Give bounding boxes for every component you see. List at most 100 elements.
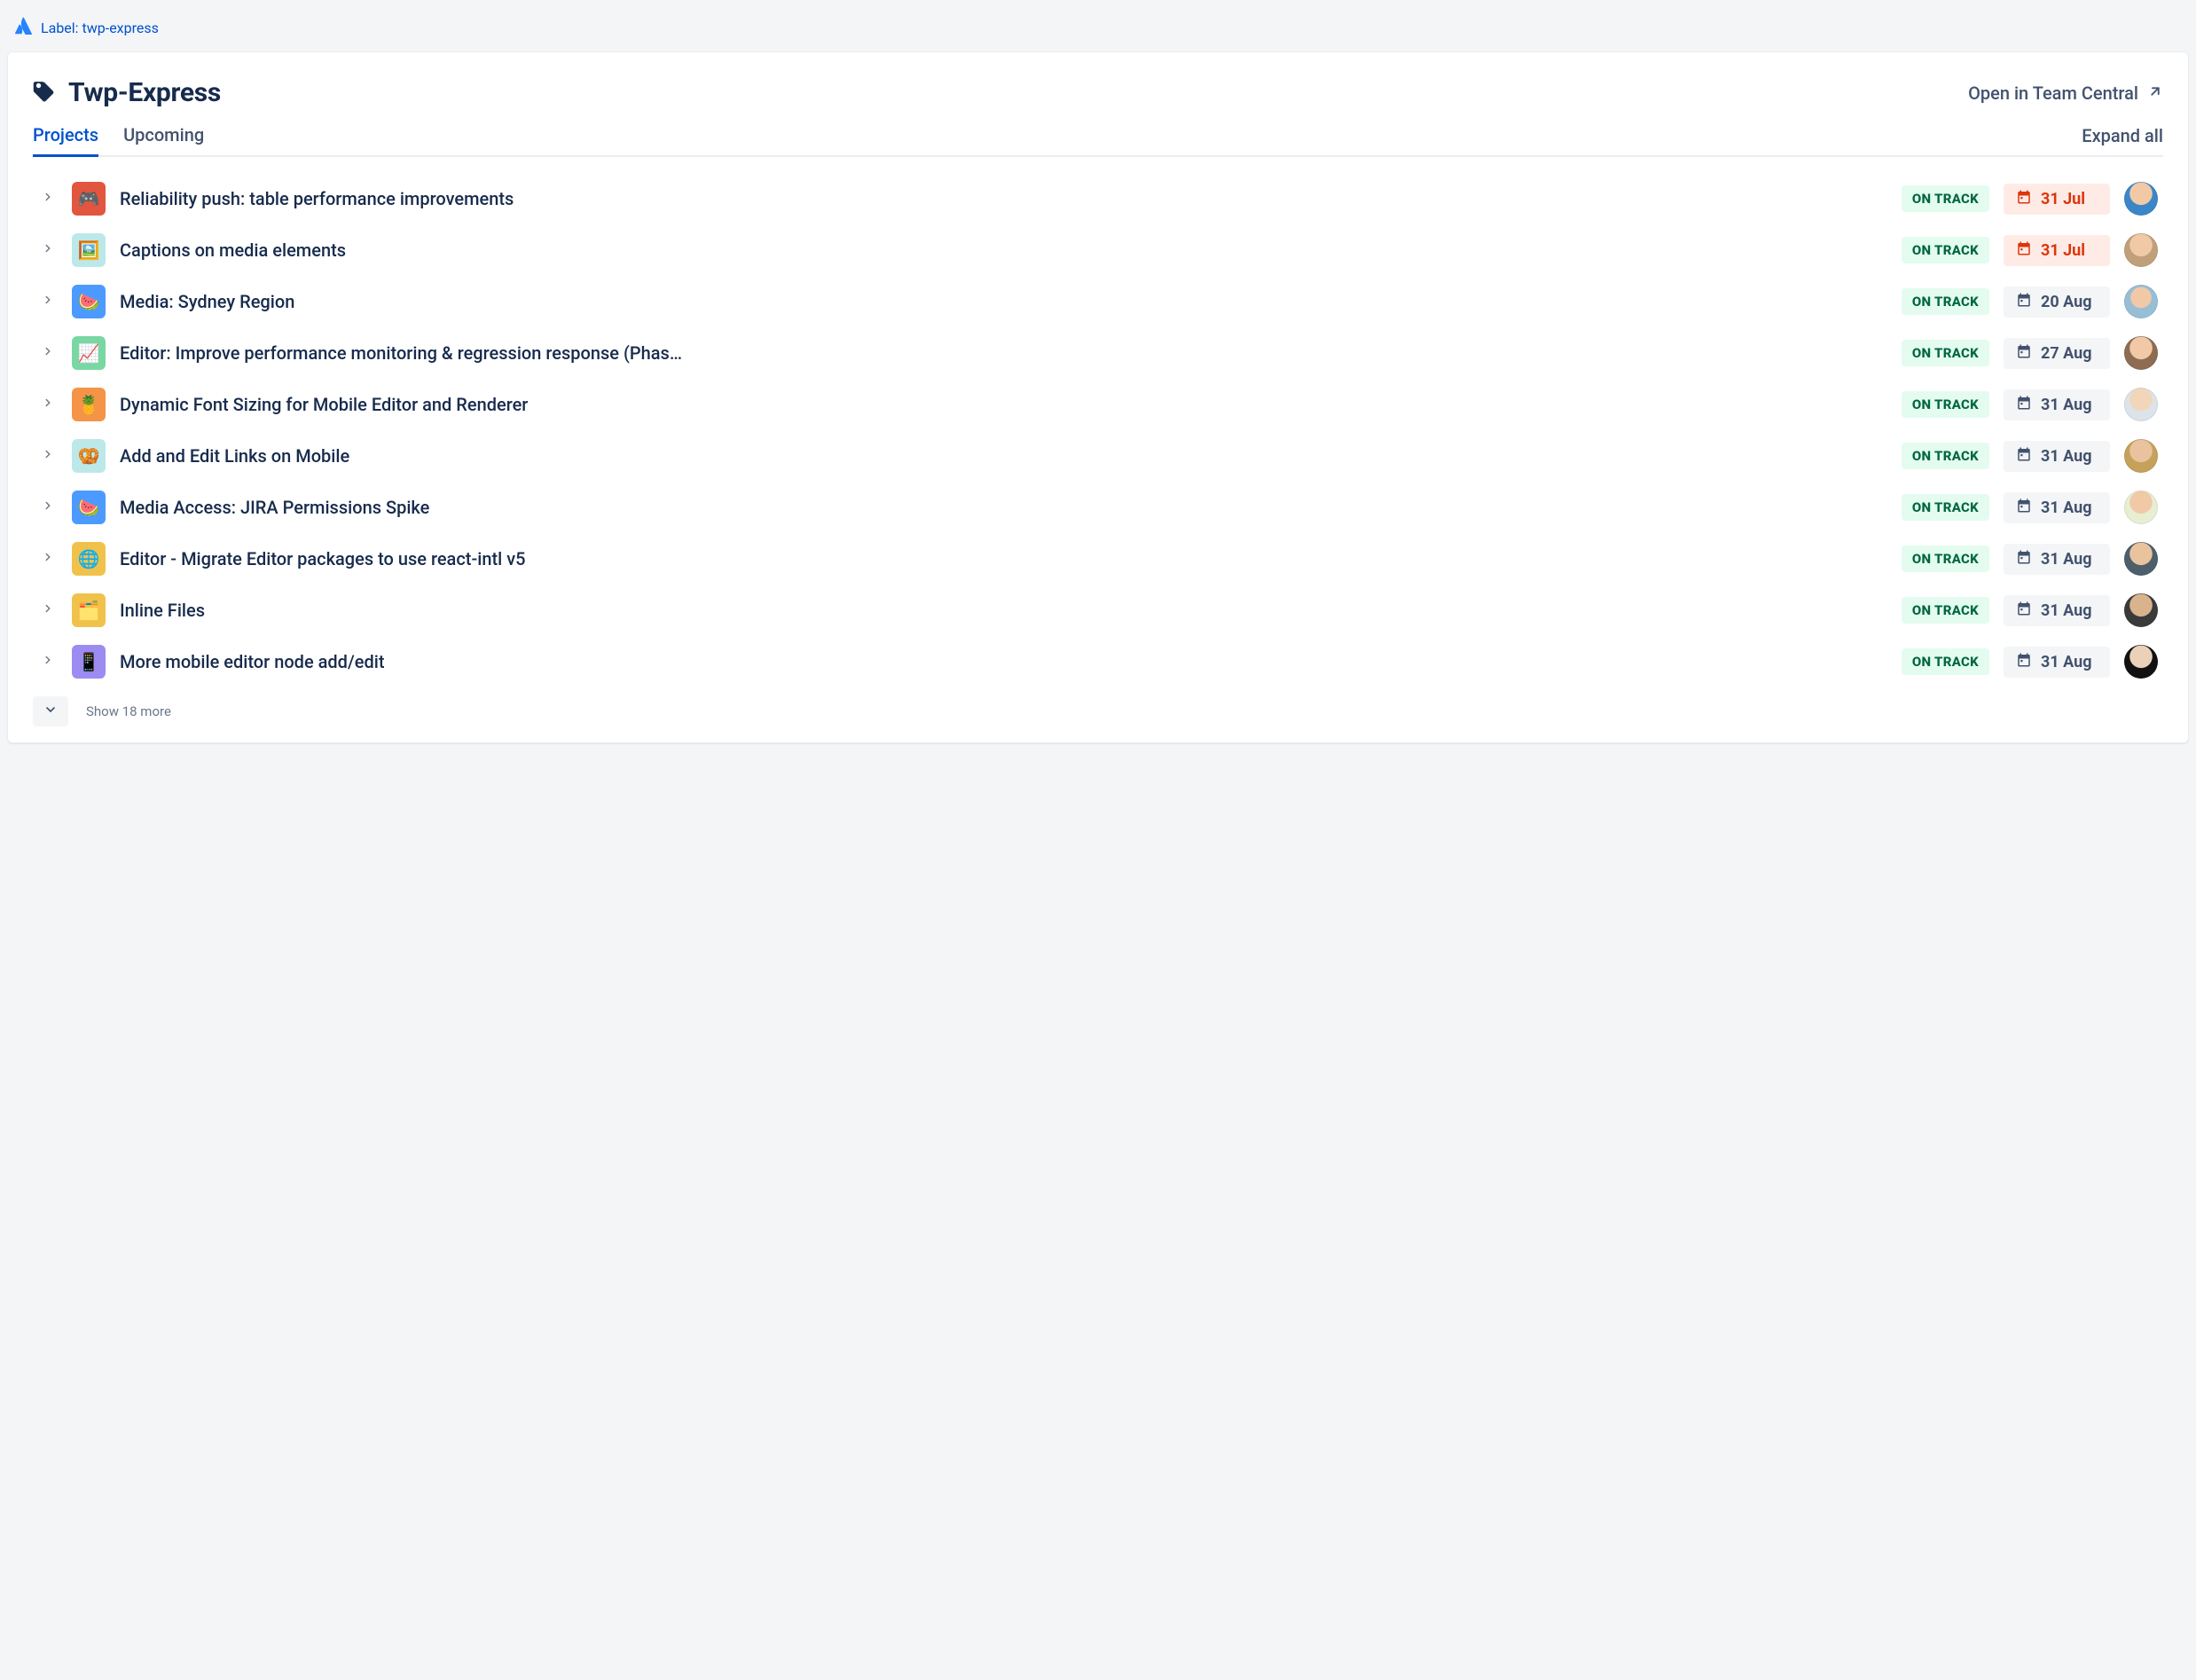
project-title-link[interactable]: Captions on media elements	[120, 239, 1887, 261]
due-date-text: 31 Aug	[2041, 396, 2092, 414]
project-icon: 🍉	[72, 285, 106, 318]
project-row: 🥨 Add and Edit Links on Mobile ON TRACK 31 …	[33, 430, 2163, 482]
atlassian-logo-icon	[12, 16, 32, 39]
calendar-icon	[2016, 395, 2032, 415]
calendar-icon	[2016, 240, 2032, 261]
project-row: 🌐Editor - Migrate Editor packages to use…	[33, 533, 2163, 585]
status-badge: ON TRACK	[1902, 288, 1989, 315]
owner-avatar[interactable]	[2124, 491, 2158, 524]
status-badge: ON TRACK	[1902, 443, 1989, 469]
expand-all-button[interactable]: Expand all	[2082, 125, 2163, 155]
project-title-link[interactable]: Media: Sydney Region	[120, 291, 1887, 312]
expand-row-button[interactable]	[38, 549, 58, 569]
owner-avatar[interactable]	[2124, 388, 2158, 421]
project-icon: 📱	[72, 645, 106, 679]
list-footer: Show 18 more	[33, 687, 2163, 726]
project-title-link[interactable]: Dynamic Font Sizing for Mobile Editor an…	[120, 394, 1887, 415]
project-icon: 🗂️	[72, 593, 106, 627]
due-date-text: 31 Aug	[2041, 601, 2092, 620]
project-icon: 🖼️	[72, 233, 106, 267]
show-more-toggle[interactable]	[33, 696, 68, 726]
due-date-chip: 31 Jul	[2004, 184, 2110, 215]
project-title-link[interactable]: Editor: Improve performance monitoring &…	[120, 342, 1887, 364]
chevron-right-icon	[42, 551, 54, 567]
due-date-chip: 31 Jul	[2004, 235, 2110, 266]
show-more-text[interactable]: Show 18 more	[86, 703, 171, 719]
status-badge: ON TRACK	[1902, 237, 1989, 263]
expand-row-button[interactable]	[38, 189, 58, 208]
due-date-chip: 20 Aug	[2004, 287, 2110, 318]
card-header: Twp-Express Open in Team Central	[33, 77, 2163, 108]
status-badge: ON TRACK	[1902, 185, 1989, 212]
project-row: 📈 Editor: Improve performance monitoring …	[33, 327, 2163, 379]
chevron-right-icon	[42, 654, 54, 670]
breadcrumb-label-link[interactable]: Label: twp-express	[41, 20, 159, 36]
owner-avatar[interactable]	[2124, 542, 2158, 576]
expand-row-button[interactable]	[38, 240, 58, 260]
calendar-icon	[2016, 549, 2032, 569]
open-in-team-central-link[interactable]: Open in Team Central	[1968, 82, 2163, 104]
open-in-team-central-label: Open in Team Central	[1968, 82, 2138, 104]
chevron-right-icon	[42, 294, 54, 310]
project-title-link[interactable]: Add and Edit Links on Mobile	[120, 445, 1887, 467]
project-row: 🍉 Media: Sydney Region ON TRACK 20 Aug	[33, 276, 2163, 327]
due-date-chip: 31 Aug	[2004, 544, 2110, 575]
project-title-link[interactable]: More mobile editor node add/edit	[120, 651, 1887, 672]
status-badge: ON TRACK	[1902, 648, 1989, 675]
project-row: 🍉Media Access: JIRA Permissions SpikeON …	[33, 482, 2163, 533]
status-badge: ON TRACK	[1902, 340, 1989, 366]
due-date-text: 31 Aug	[2041, 653, 2092, 671]
owner-avatar[interactable]	[2124, 336, 2158, 370]
chevron-down-icon	[43, 703, 58, 720]
chevron-right-icon	[42, 345, 54, 361]
tabs-row: Projects Upcoming Expand all	[33, 124, 2163, 157]
chevron-right-icon	[42, 191, 54, 207]
status-badge: ON TRACK	[1902, 494, 1989, 521]
owner-avatar[interactable]	[2124, 593, 2158, 627]
expand-row-button[interactable]	[38, 395, 58, 414]
project-row: 🎮Reliability push: table performance imp…	[33, 173, 2163, 224]
project-icon: 📈	[72, 336, 106, 370]
page-title: Twp-Express	[68, 77, 221, 108]
project-title-link[interactable]: Media Access: JIRA Permissions Spike	[120, 497, 1887, 518]
project-icon: 🥨	[72, 439, 106, 473]
expand-row-button[interactable]	[38, 343, 58, 363]
tab-projects[interactable]: Projects	[33, 124, 98, 157]
expand-row-button[interactable]	[38, 498, 58, 517]
chevron-right-icon	[42, 448, 54, 464]
due-date-text: 31 Aug	[2041, 499, 2092, 517]
project-row: 🗂️ Inline Files ON TRACK 31 Aug	[33, 585, 2163, 636]
due-date-text: 20 Aug	[2041, 293, 2092, 311]
project-title-link[interactable]: Editor - Migrate Editor packages to use …	[120, 548, 1887, 569]
status-badge: ON TRACK	[1902, 391, 1989, 418]
project-list: 🎮Reliability push: table performance imp…	[33, 157, 2163, 687]
chevron-right-icon	[42, 396, 54, 412]
owner-avatar[interactable]	[2124, 439, 2158, 473]
due-date-chip: 31 Aug	[2004, 595, 2110, 626]
external-link-icon	[2147, 82, 2163, 104]
chevron-right-icon	[42, 242, 54, 258]
owner-avatar[interactable]	[2124, 233, 2158, 267]
calendar-icon	[2016, 292, 2032, 312]
due-date-text: 27 Aug	[2041, 344, 2092, 363]
expand-row-button[interactable]	[38, 601, 58, 620]
due-date-text: 31 Aug	[2041, 447, 2092, 466]
calendar-icon	[2016, 343, 2032, 364]
status-badge: ON TRACK	[1902, 597, 1989, 624]
chevron-right-icon	[42, 602, 54, 618]
chevron-right-icon	[42, 499, 54, 515]
owner-avatar[interactable]	[2124, 645, 2158, 679]
expand-row-button[interactable]	[38, 292, 58, 311]
tab-upcoming[interactable]: Upcoming	[123, 124, 204, 157]
due-date-chip: 31 Aug	[2004, 441, 2110, 472]
expand-row-button[interactable]	[38, 446, 58, 466]
project-title-link[interactable]: Reliability push: table performance impr…	[120, 188, 1887, 209]
owner-avatar[interactable]	[2124, 285, 2158, 318]
expand-row-button[interactable]	[38, 652, 58, 671]
project-title-link[interactable]: Inline Files	[120, 600, 1887, 621]
owner-avatar[interactable]	[2124, 182, 2158, 216]
calendar-icon	[2016, 446, 2032, 467]
project-row: 📱 More mobile editor node add/edit ON TRAC…	[33, 636, 2163, 687]
tag-icon	[33, 80, 56, 106]
due-date-text: 31 Jul	[2041, 241, 2085, 260]
